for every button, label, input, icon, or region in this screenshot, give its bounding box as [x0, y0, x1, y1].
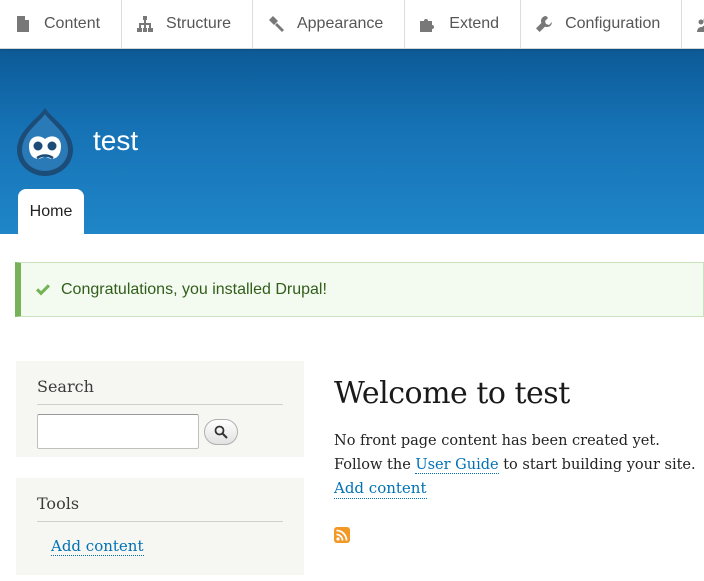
user-guide-link[interactable]: User Guide — [415, 457, 499, 474]
search-block-title: Search — [37, 361, 283, 405]
tools-add-content-link[interactable]: Add content — [51, 537, 144, 556]
site-header: test Home — [0, 48, 704, 234]
toolbar-label: Extend — [449, 15, 500, 32]
toolbar-label: Content — [44, 15, 101, 32]
tools-block: Tools Add content — [16, 478, 304, 575]
structure-icon — [137, 16, 154, 32]
check-icon — [35, 282, 51, 298]
tab-home[interactable]: Home — [18, 189, 84, 234]
extend-icon — [420, 16, 436, 32]
main-content: Welcome to test No front page content ha… — [334, 376, 704, 501]
configuration-icon — [536, 16, 553, 32]
people-icon — [697, 16, 704, 32]
toolbar-item-content[interactable]: Content — [0, 0, 123, 48]
page-title: Welcome to test — [334, 376, 570, 411]
intro-line-2-suffix: to start building your site. — [498, 457, 696, 473]
content-icon — [15, 16, 31, 32]
toolbar-label: Structure — [166, 15, 231, 32]
intro-line-2-prefix: Follow the — [334, 457, 416, 473]
toolbar-item-extend[interactable]: Extend — [405, 0, 522, 48]
rss-icon[interactable] — [334, 527, 350, 543]
status-message-text: Congratulations, you installed Drupal! — [61, 280, 327, 298]
intro-line-1: No front page content has been created y… — [334, 433, 660, 449]
tools-block-title: Tools — [37, 478, 283, 522]
toolbar-label: Configuration — [565, 15, 661, 32]
site-name[interactable]: test — [93, 125, 138, 157]
drupal-logo[interactable] — [15, 106, 75, 178]
toolbar-item-structure[interactable]: Structure — [122, 0, 253, 48]
add-content-link[interactable]: Add content — [334, 478, 427, 499]
search-icon — [214, 425, 228, 439]
search-input[interactable] — [37, 414, 199, 449]
intro-text: No front page content has been created y… — [334, 429, 704, 501]
status-message: Congratulations, you installed Drupal! — [15, 262, 704, 317]
toolbar-item-appearance[interactable]: Appearance — [253, 0, 406, 48]
admin-toolbar: Content Structure Appearance Extend Conf… — [0, 0, 704, 49]
appearance-icon — [268, 16, 284, 32]
toolbar-label: Appearance — [296, 15, 384, 32]
search-form — [37, 414, 283, 449]
toolbar-item-people[interactable] — [682, 0, 704, 48]
search-button[interactable] — [204, 418, 238, 445]
toolbar-item-configuration[interactable]: Configuration — [521, 0, 683, 48]
search-block: Search — [16, 361, 304, 457]
